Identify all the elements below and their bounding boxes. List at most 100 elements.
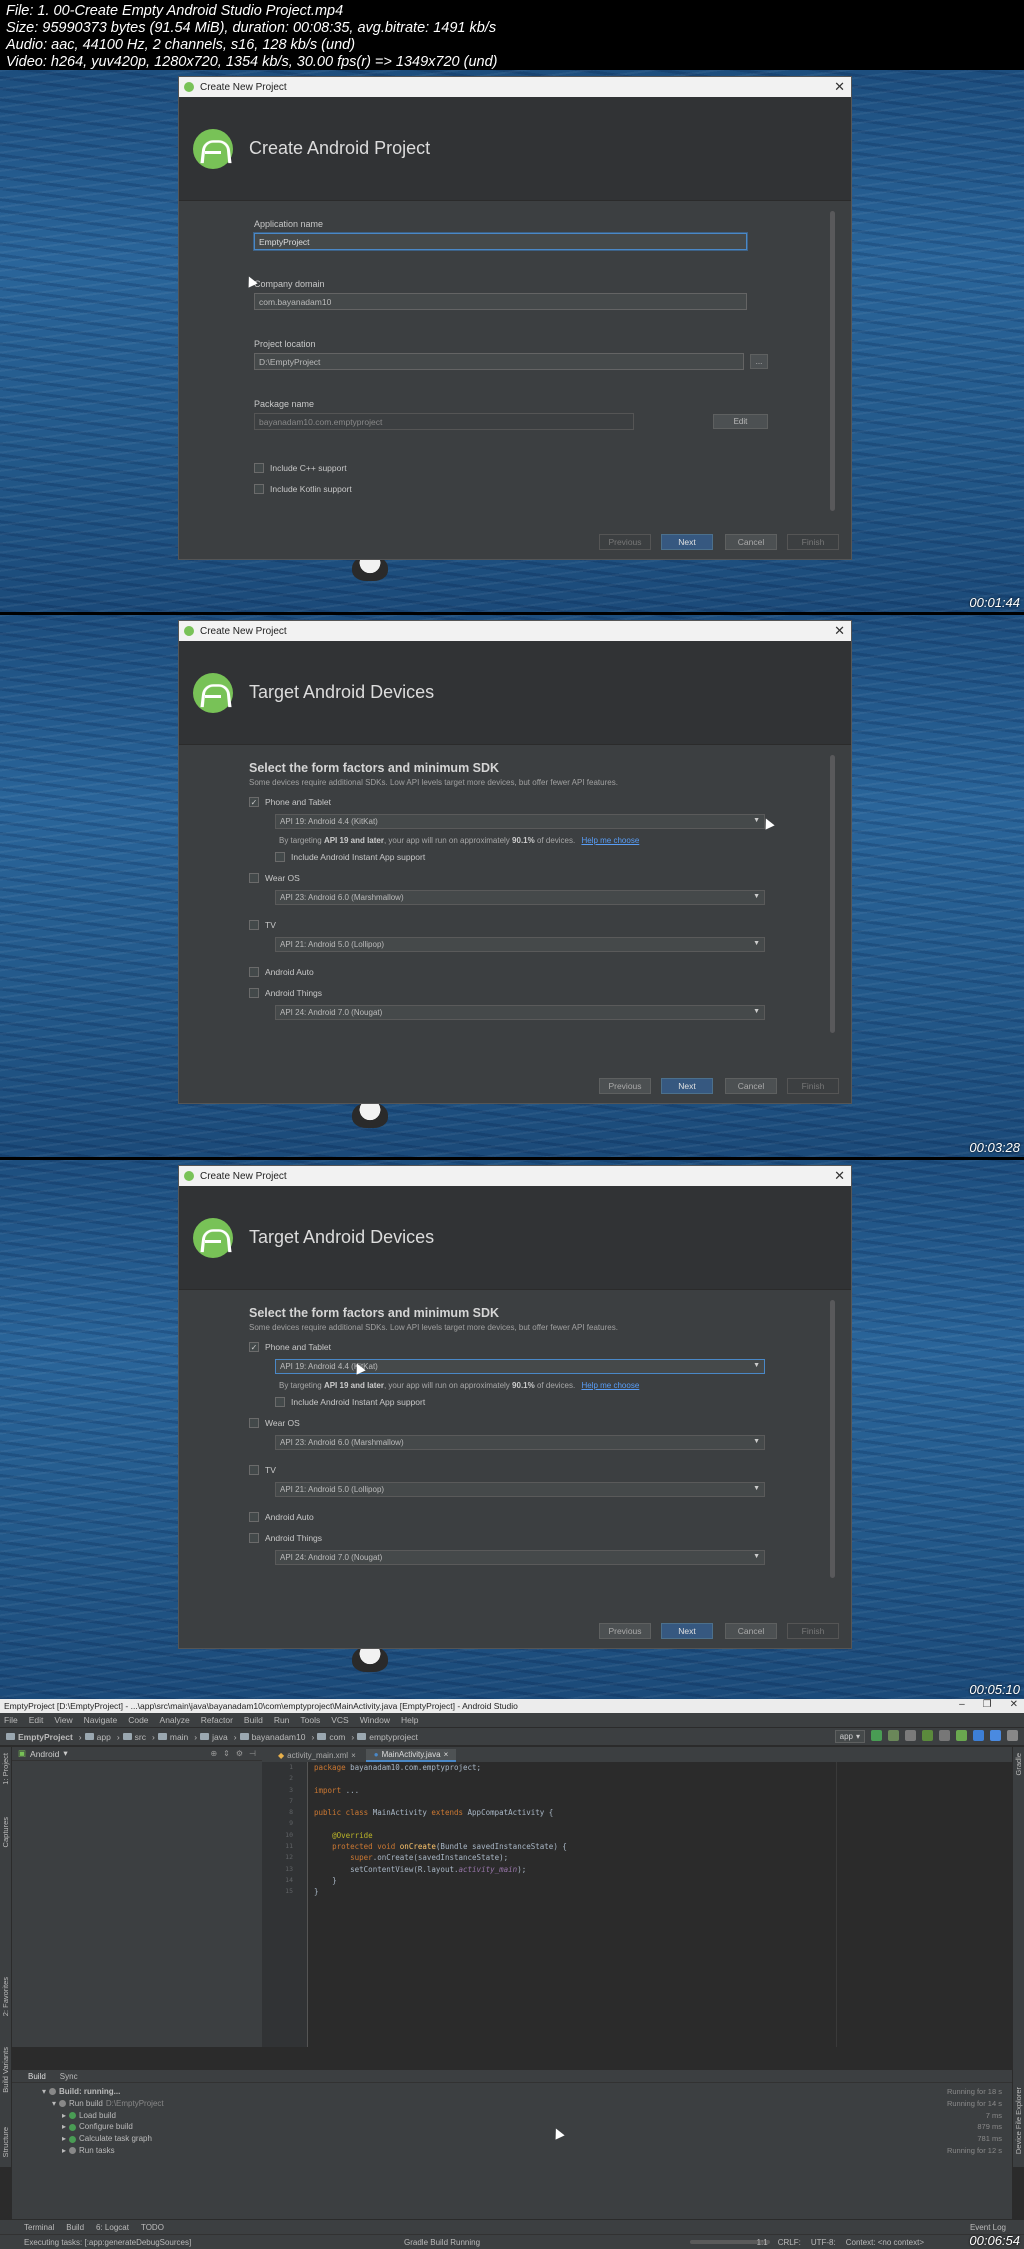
tv-checkbox[interactable] [249,920,259,930]
close-icon[interactable]: ✕ [834,623,845,639]
instant-app-checkbox[interactable] [275,1397,285,1407]
app-name-input[interactable]: EmptyProject [254,233,747,250]
stop-icon[interactable] [939,1730,950,1741]
breadcrumb-java[interactable]: › java [194,1732,227,1742]
structure-tool-tab[interactable]: Structure [1,2127,10,2157]
tab-main-activity[interactable]: ● MainActivity.java × [365,1749,457,1762]
previous-button[interactable]: Previous [599,1623,651,1639]
breadcrumb-com[interactable]: › com [311,1732,345,1742]
tv-row[interactable]: TV [249,920,276,930]
android-things-checkbox[interactable] [249,988,259,998]
chevron-down-icon[interactable]: ▾ [63,1748,67,1759]
project-tool-tab[interactable]: 1: Project [1,1753,10,1785]
menu-refactor[interactable]: Refactor [201,1715,233,1725]
captures-tool-tab[interactable]: Captures [1,1817,10,1847]
tv-checkbox[interactable] [249,1465,259,1475]
menu-build[interactable]: Build [244,1715,263,1725]
build-variants-tool-tab[interactable]: Build Variants [1,2047,10,2093]
tv-api-select[interactable]: API 21: Android 5.0 (Lollipop) ▼ [275,937,765,952]
gradle-tool-tab[interactable]: Gradle [1014,1753,1023,1776]
phone-tablet-row[interactable]: ✓ Phone and Tablet [249,1342,331,1352]
breadcrumb-main[interactable]: › main [152,1732,188,1742]
debug-icon[interactable] [888,1730,899,1741]
wear-os-row[interactable]: Wear OS [249,1418,300,1428]
android-things-row[interactable]: Android Things [249,988,322,998]
company-domain-input[interactable]: com.bayanadam10 [254,293,747,310]
instant-app-checkbox[interactable] [275,852,285,862]
cpp-support-row[interactable]: Include C++ support [254,463,347,473]
things-api-select[interactable]: API 24: Android 7.0 (Nougat) ▼ [275,1550,765,1565]
menu-code[interactable]: Code [128,1715,148,1725]
cancel-button[interactable]: Cancel [725,534,777,550]
wear-api-select[interactable]: API 23: Android 6.0 (Marshmallow) ▼ [275,890,765,905]
line-separator[interactable]: CRLF: [778,2238,801,2247]
help-me-choose-link[interactable]: Help me choose [581,1381,639,1390]
breadcrumb-project[interactable]: EmptyProject [6,1732,73,1742]
avd-manager-icon[interactable] [973,1730,984,1741]
android-auto-checkbox[interactable] [249,1512,259,1522]
search-icon[interactable] [1007,1730,1018,1741]
breadcrumb-app[interactable]: › app [79,1732,111,1742]
edit-package-button[interactable]: Edit [713,414,768,429]
sdk-manager-icon[interactable] [990,1730,1001,1741]
browse-button[interactable]: ... [750,354,768,369]
project-location-input[interactable]: D:\EmptyProject [254,353,744,370]
minimize-icon[interactable]: – [959,1699,965,1710]
run-icon[interactable] [871,1730,882,1741]
cpp-checkbox[interactable] [254,463,264,473]
menu-analyze[interactable]: Analyze [160,1715,190,1725]
device-explorer-tool-tab[interactable]: Device File Explorer [1014,2087,1023,2154]
terminal-tab[interactable]: Terminal [24,2223,54,2232]
next-button[interactable]: Next [661,534,713,550]
kotlin-support-row[interactable]: Include Kotlin support [254,484,352,494]
close-icon[interactable]: ✕ [1010,1699,1018,1710]
sync-scroll-icon[interactable]: ⊕ [210,1749,217,1758]
hide-icon[interactable]: ⊣ [249,1749,256,1758]
phone-tablet-checkbox[interactable]: ✓ [249,1342,259,1352]
things-api-select[interactable]: API 24: Android 7.0 (Nougat) ▼ [275,1005,765,1020]
previous-button[interactable]: Previous [599,1078,651,1094]
file-encoding[interactable]: UTF-8: [811,2238,836,2247]
tree-item[interactable]: ▸ Configure build [42,2121,164,2133]
apply-changes-icon[interactable] [922,1730,933,1741]
android-auto-row[interactable]: Android Auto [249,967,314,977]
scrollbar[interactable] [830,1300,835,1578]
instant-app-row[interactable]: Include Android Instant App support [275,852,425,862]
cancel-button[interactable]: Cancel [725,1623,777,1639]
help-me-choose-link[interactable]: Help me choose [581,836,639,845]
instant-app-row[interactable]: Include Android Instant App support [275,1397,425,1407]
breadcrumb-bayanadam10[interactable]: › bayanadam10 [234,1732,306,1742]
previous-button[interactable]: Previous [599,534,651,550]
project-view-select[interactable]: Android [30,1749,59,1759]
kotlin-checkbox[interactable] [254,484,264,494]
tree-item[interactable]: ▸ Load build [42,2110,164,2122]
scrollbar[interactable] [830,755,835,1033]
todo-tab[interactable]: TODO [141,2223,164,2232]
tab-activity-main[interactable]: ◆ activity_main.xml × [270,1749,364,1762]
android-things-row[interactable]: Android Things [249,1533,322,1543]
android-things-checkbox[interactable] [249,1533,259,1543]
phone-api-select[interactable]: API 19: Android 4.4 (KitKat) ▼ [275,814,765,829]
finish-button[interactable]: Finish [787,1078,839,1094]
menu-window[interactable]: Window [360,1715,390,1725]
logcat-tab[interactable]: 6: Logcat [96,2223,129,2232]
close-icon[interactable]: ✕ [834,1168,845,1184]
tree-item[interactable]: ▸ Calculate task graph [42,2133,164,2145]
next-button[interactable]: Next [661,1623,713,1639]
wear-os-row[interactable]: Wear OS [249,873,300,883]
collapse-icon[interactable]: ⇕ [223,1749,230,1758]
tab-build[interactable]: Build [28,2072,46,2081]
menu-tools[interactable]: Tools [300,1715,320,1725]
phone-tablet-row[interactable]: ✓ Phone and Tablet [249,797,331,807]
code-text[interactable]: package bayanadam10.com.emptyproject; im… [310,1762,1012,2047]
maximize-icon[interactable]: ❐ [983,1699,992,1710]
tv-api-select[interactable]: API 21: Android 5.0 (Lollipop) ▼ [275,1482,765,1497]
breadcrumb-emptyproject[interactable]: › emptyproject [351,1732,418,1742]
tab-sync[interactable]: Sync [60,2072,78,2081]
tree-item[interactable]: ▾ Build: running... [42,2086,164,2098]
scrollbar[interactable] [830,211,835,511]
next-button[interactable]: Next [661,1078,713,1094]
event-log-tab[interactable]: Event Log [970,2223,1006,2232]
tv-row[interactable]: TV [249,1465,276,1475]
finish-button[interactable]: Finish [787,1623,839,1639]
